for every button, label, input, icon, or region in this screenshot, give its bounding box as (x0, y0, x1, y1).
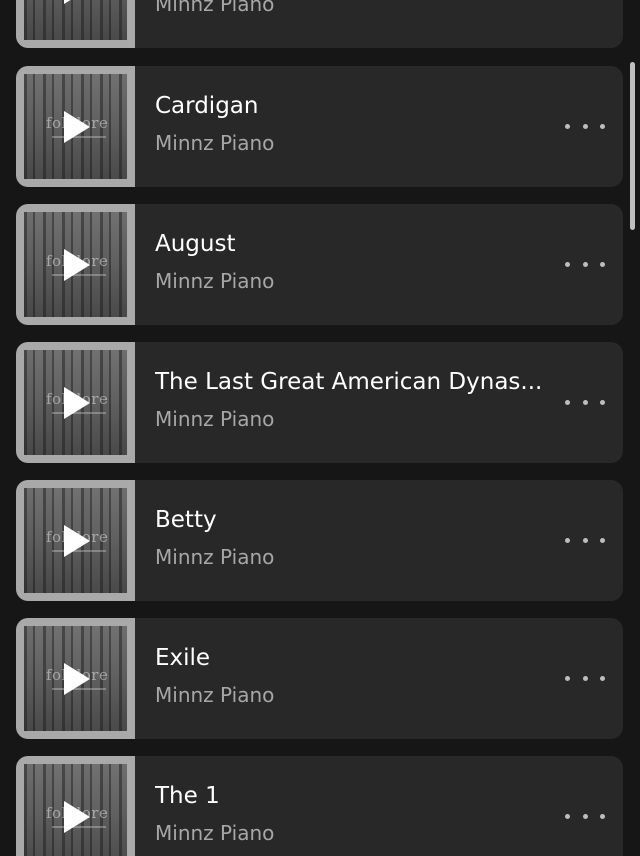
track-artist: Minnz Piano (155, 683, 275, 707)
more-horizontal-icon (565, 123, 570, 129)
more-options-button[interactable] (565, 115, 605, 137)
track-row[interactable]: folklore The 1 Minnz Piano (16, 756, 623, 856)
more-options-button[interactable] (565, 667, 605, 689)
track-artist: Minnz Piano (155, 131, 275, 155)
track-title: August (155, 231, 236, 257)
more-options-button[interactable] (565, 529, 605, 551)
play-icon[interactable] (64, 0, 90, 4)
album-art-image: folklore (24, 0, 127, 40)
more-horizontal-icon (565, 675, 570, 681)
track-title: Exile (155, 645, 211, 671)
album-art[interactable]: folklore (16, 480, 135, 601)
track-title: The Last Great American Dynas... (155, 369, 543, 395)
play-icon[interactable] (64, 111, 90, 143)
more-horizontal-icon (565, 399, 570, 405)
track-title: The 1 (155, 783, 220, 809)
track-artist: Minnz Piano (155, 0, 275, 16)
more-horizontal-icon (565, 537, 570, 543)
album-art[interactable]: folklore (16, 618, 135, 739)
album-art[interactable]: folklore (16, 342, 135, 463)
track-row[interactable]: folklore Minnz Piano (16, 0, 623, 48)
track-artist: Minnz Piano (155, 407, 275, 431)
track-row[interactable]: folklore Betty Minnz Piano (16, 480, 623, 601)
more-options-button[interactable] (565, 805, 605, 827)
more-horizontal-icon (565, 813, 570, 819)
track-list: folklore Minnz Piano folklore Cardigan M… (0, 0, 640, 856)
more-horizontal-icon (565, 261, 570, 267)
play-icon[interactable] (64, 801, 90, 833)
album-art[interactable]: folklore (16, 0, 135, 48)
play-icon[interactable] (64, 387, 90, 419)
track-row[interactable]: folklore Cardigan Minnz Piano (16, 66, 623, 187)
more-options-button[interactable] (565, 253, 605, 275)
play-icon[interactable] (64, 525, 90, 557)
track-row[interactable]: folklore The Last Great American Dynas..… (16, 342, 623, 463)
track-title: Cardigan (155, 93, 259, 119)
album-art[interactable]: folklore (16, 204, 135, 325)
album-art[interactable]: folklore (16, 756, 135, 856)
play-icon[interactable] (64, 663, 90, 695)
track-row[interactable]: folklore Exile Minnz Piano (16, 618, 623, 739)
track-row[interactable]: folklore August Minnz Piano (16, 204, 623, 325)
track-title: Betty (155, 507, 217, 533)
track-artist: Minnz Piano (155, 545, 275, 569)
track-artist: Minnz Piano (155, 821, 275, 845)
more-options-button[interactable] (565, 391, 605, 413)
album-art[interactable]: folklore (16, 66, 135, 187)
track-artist: Minnz Piano (155, 269, 275, 293)
play-icon[interactable] (64, 249, 90, 281)
scrollbar[interactable] (630, 62, 635, 230)
